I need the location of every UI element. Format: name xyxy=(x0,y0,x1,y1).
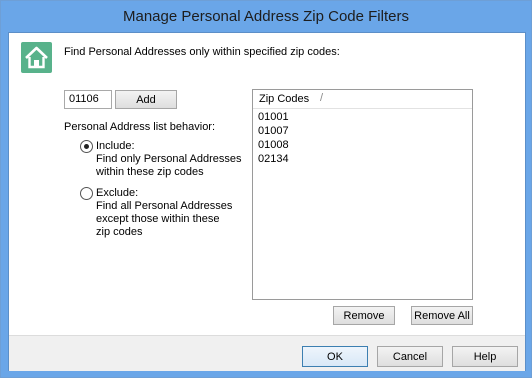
include-label[interactable]: Include: xyxy=(96,140,135,153)
exclude-label[interactable]: Exclude: xyxy=(96,187,138,200)
zip-code-input[interactable] xyxy=(64,90,112,109)
add-button[interactable]: Add xyxy=(115,90,177,109)
include-description-line2: within these zip codes xyxy=(96,166,204,178)
dialog-footer: OK Cancel Help xyxy=(9,335,525,371)
include-description-line1: Find only Personal Addresses xyxy=(96,153,242,165)
help-button[interactable]: Help xyxy=(452,346,518,367)
cancel-button[interactable]: Cancel xyxy=(377,346,443,367)
list-item[interactable]: 01008 xyxy=(258,139,289,151)
zip-code-list[interactable]: Zip Codes / 01001 01007 01008 02134 xyxy=(252,89,473,300)
instruction-text: Find Personal Addresses only within spec… xyxy=(64,46,340,58)
column-divider[interactable]: / xyxy=(320,92,323,104)
exclude-description-line1: Find all Personal Addresses xyxy=(96,200,233,212)
dialog-client-area: Find Personal Addresses only within spec… xyxy=(8,32,526,371)
exclude-description-line3: zip codes xyxy=(96,226,143,238)
list-header[interactable]: Zip Codes / xyxy=(253,90,472,109)
remove-all-button[interactable]: Remove All xyxy=(411,306,473,325)
ok-button[interactable]: OK xyxy=(302,346,368,367)
dialog-window: Manage Personal Address Zip Code Filters… xyxy=(0,0,532,378)
list-item[interactable]: 01001 xyxy=(258,111,289,123)
title-bar[interactable]: Manage Personal Address Zip Code Filters xyxy=(1,1,531,32)
exclude-description-line2: except those within these xyxy=(96,213,220,225)
behavior-label: Personal Address list behavior: xyxy=(64,121,216,133)
remove-button[interactable]: Remove xyxy=(333,306,395,325)
window-title: Manage Personal Address Zip Code Filters xyxy=(123,8,409,25)
house-icon xyxy=(21,42,52,73)
exclude-radio[interactable] xyxy=(80,187,93,200)
list-item[interactable]: 02134 xyxy=(258,153,289,165)
list-item[interactable]: 01007 xyxy=(258,125,289,137)
include-radio[interactable] xyxy=(80,140,93,153)
column-header-zip-codes[interactable]: Zip Codes xyxy=(259,93,309,105)
